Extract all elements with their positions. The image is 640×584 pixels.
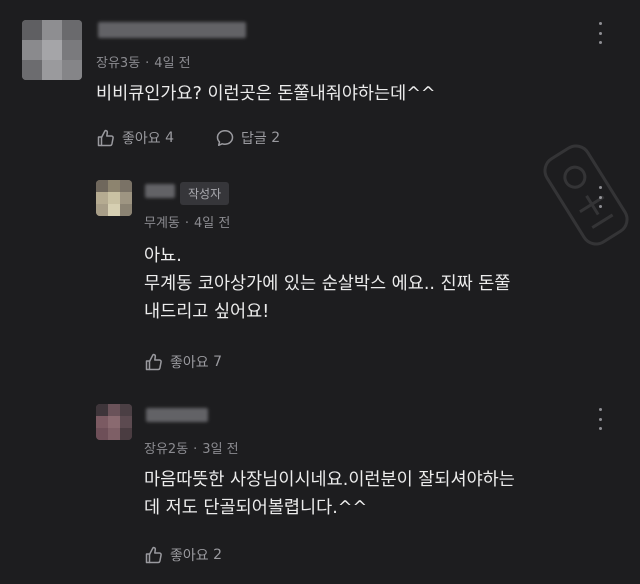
more-vert-icon	[598, 408, 602, 411]
avatar[interactable]	[22, 20, 82, 80]
like-count: 2	[213, 547, 223, 563]
more-vert-icon	[598, 22, 602, 25]
comment-meta: 장유2동 · 3일 전	[144, 438, 239, 457]
thumbs-up-icon	[145, 546, 162, 564]
comment-line: 아뇨.	[144, 246, 182, 266]
author-badge: 작성자	[180, 182, 230, 205]
separator: ·	[145, 56, 150, 71]
comment-line: 비비큐인가요? 이런곳은 돈쭐내줘야하는데^^	[96, 84, 436, 104]
comment-line: 마음따뜻한 사장님이시네요.이런분이 잘되셔야하는	[144, 470, 515, 490]
comment-meta: 무계동 · 4일 전	[144, 212, 230, 231]
more-options-button[interactable]	[592, 408, 608, 430]
comment-thread: 장유3동 · 4일 전 비비큐인가요? 이런곳은 돈쭐내줘야하는데^^ 좋아요 4 …	[0, 0, 640, 584]
like-count: 7	[213, 354, 223, 370]
username-redacted[interactable]	[145, 184, 175, 198]
comment-meta: 장유3동 · 4일 전	[96, 52, 191, 71]
reply-count: 2	[271, 130, 281, 146]
reply-label: 답글	[241, 131, 267, 147]
comment-text: 마음따뜻한 사장님이시네요.이런분이 잘되셔야하는 데 저도 단골되어볼렵니다.…	[144, 466, 515, 522]
like-button[interactable]: 좋아요 4	[96, 128, 174, 148]
like-label: 좋아요	[170, 355, 209, 371]
separator: ·	[184, 216, 190, 231]
comment-text: 아뇨. 무계동 코아상가에 있는 순살박스 에요.. 진짜 돈쭐 내드리고 싶어…	[144, 242, 511, 326]
reply-button[interactable]: 답글 2	[215, 128, 280, 148]
username-redacted[interactable]	[98, 22, 246, 38]
timestamp: 4일 전	[154, 56, 191, 71]
thumbs-up-icon	[145, 353, 162, 371]
like-label: 좋아요	[122, 131, 161, 147]
avatar[interactable]	[96, 180, 132, 216]
timestamp: 3일 전	[202, 442, 239, 457]
comment-text: 비비큐인가요? 이런곳은 돈쭐내줘야하는데^^	[96, 80, 436, 108]
watermark-graphic	[543, 144, 629, 246]
neighborhood[interactable]: 무계동	[144, 216, 180, 231]
like-label: 좋아요	[170, 548, 209, 564]
comment-line: 데 저도 단골되어볼렵니다.^^	[144, 498, 368, 518]
neighborhood[interactable]: 장유2동	[144, 442, 188, 457]
separator: ·	[193, 442, 198, 457]
comment-line: 내드리고 싶어요!	[144, 302, 270, 322]
speech-bubble-icon	[216, 130, 234, 147]
neighborhood[interactable]: 장유3동	[96, 56, 140, 71]
more-options-button[interactable]	[592, 22, 608, 44]
like-count: 4	[165, 130, 175, 146]
like-button[interactable]: 좋아요 7	[144, 352, 222, 372]
avatar[interactable]	[96, 404, 132, 440]
timestamp: 4일 전	[194, 216, 231, 231]
like-button[interactable]: 좋아요 2	[144, 545, 222, 565]
comment-line: 무계동 코아상가에 있는 순살박스 에요.. 진짜 돈쭐	[144, 274, 511, 294]
username-redacted[interactable]	[146, 408, 208, 422]
thumbs-up-icon	[97, 129, 114, 147]
